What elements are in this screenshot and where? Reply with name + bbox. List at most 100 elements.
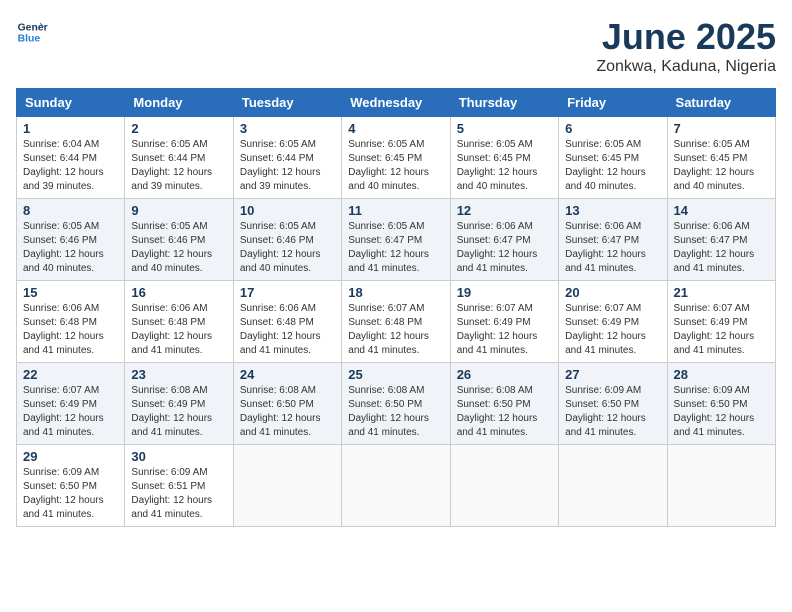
logo: General Blue: [16, 16, 48, 48]
table-row: 27Sunrise: 6:09 AM Sunset: 6:50 PM Dayli…: [559, 363, 667, 445]
header-thursday: Thursday: [450, 89, 558, 117]
day-number: 2: [131, 121, 226, 136]
day-info: Sunrise: 6:05 AM Sunset: 6:45 PM Dayligh…: [674, 138, 769, 194]
day-number: 14: [674, 203, 769, 218]
day-info: Sunrise: 6:09 AM Sunset: 6:50 PM Dayligh…: [674, 384, 769, 440]
day-number: 28: [674, 367, 769, 382]
calendar-table: Sunday Monday Tuesday Wednesday Thursday…: [16, 88, 776, 527]
day-info: Sunrise: 6:06 AM Sunset: 6:47 PM Dayligh…: [457, 220, 552, 276]
header-saturday: Saturday: [667, 89, 775, 117]
table-row: 28 Sunrise: 6:09 AM Sunset: 6:50 PM Dayli…: [667, 363, 775, 445]
day-info: Sunrise: 6:05 AM Sunset: 6:45 PM Dayligh…: [565, 138, 660, 194]
header-friday: Friday: [559, 89, 667, 117]
day-info: Sunrise: 6:05 AM Sunset: 6:44 PM Dayligh…: [131, 138, 226, 194]
day-number: 11: [348, 203, 443, 218]
day-info: Sunrise: 6:08 AM Sunset: 6:50 PM Dayligh…: [240, 384, 335, 440]
calendar-title: June 2025: [596, 16, 776, 58]
title-area: June 2025 Zonkwa, Kaduna, Nigeria: [596, 16, 776, 76]
day-number: 6: [565, 121, 660, 136]
table-row: [667, 445, 775, 527]
day-info: Sunrise: 6:05 AM Sunset: 6:44 PM Dayligh…: [240, 138, 335, 194]
day-info: Sunrise: 6:09 AM Sunset: 6:51 PM Dayligh…: [131, 466, 226, 522]
svg-text:Blue: Blue: [18, 34, 41, 45]
table-row: 22 Sunrise: 6:07 AM Sunset: 6:49 PM Dayli…: [17, 363, 125, 445]
table-row: 26 Sunrise: 6:08 AM Sunset: 6:50 PM Dayli…: [450, 363, 558, 445]
day-number: 19: [457, 285, 552, 300]
day-info: Sunrise: 6:08 AM Sunset: 6:49 PM Dayligh…: [131, 384, 226, 440]
table-row: 11 Sunrise: 6:05 AM Sunset: 6:47 PM Dayli…: [342, 199, 450, 281]
svg-text:General: General: [18, 22, 48, 33]
table-row: [559, 445, 667, 527]
day-info: Sunrise: 6:09 AM Sunset: 6:50 PM Dayligh…: [23, 466, 118, 522]
table-row: 9 Sunrise: 6:05 AM Sunset: 6:46 PM Daylig…: [125, 199, 233, 281]
table-row: 19 Sunrise: 6:07 AM Sunset: 6:49 PM Dayli…: [450, 281, 558, 363]
page-header: General Blue June 2025 Zonkwa, Kaduna, N…: [16, 16, 776, 76]
day-number: 13: [565, 203, 660, 218]
day-number: 25: [348, 367, 443, 382]
day-number: 16: [131, 285, 226, 300]
day-number: 21: [674, 285, 769, 300]
calendar-subtitle: Zonkwa, Kaduna, Nigeria: [596, 58, 776, 76]
table-row: 6 Sunrise: 6:05 AM Sunset: 6:45 PM Daylig…: [559, 117, 667, 199]
table-row: 10Sunrise: 6:05 AM Sunset: 6:46 PM Dayli…: [233, 199, 341, 281]
table-row: 5Sunrise: 6:05 AM Sunset: 6:45 PM Daylig…: [450, 117, 558, 199]
day-info: Sunrise: 6:05 AM Sunset: 6:46 PM Dayligh…: [131, 220, 226, 276]
day-number: 27: [565, 367, 660, 382]
day-number: 18: [348, 285, 443, 300]
day-number: 17: [240, 285, 335, 300]
day-info: Sunrise: 6:05 AM Sunset: 6:45 PM Dayligh…: [348, 138, 443, 194]
day-number: 29: [23, 449, 118, 464]
calendar-week-row: 15 Sunrise: 6:06 AM Sunset: 6:48 PM Dayli…: [17, 281, 776, 363]
day-info: Sunrise: 6:05 AM Sunset: 6:47 PM Dayligh…: [348, 220, 443, 276]
table-row: 15 Sunrise: 6:06 AM Sunset: 6:48 PM Dayli…: [17, 281, 125, 363]
table-row: 3 Sunrise: 6:05 AM Sunset: 6:44 PM Daylig…: [233, 117, 341, 199]
table-row: 16 Sunrise: 6:06 AM Sunset: 6:48 PM Dayli…: [125, 281, 233, 363]
day-info: Sunrise: 6:06 AM Sunset: 6:47 PM Dayligh…: [565, 220, 660, 276]
day-number: 1: [23, 121, 118, 136]
day-info: Sunrise: 6:05 AM Sunset: 6:46 PM Dayligh…: [240, 220, 335, 276]
table-row: 8 Sunrise: 6:05 AM Sunset: 6:46 PM Daylig…: [17, 199, 125, 281]
table-row: 14 Sunrise: 6:06 AM Sunset: 6:47 PM Dayli…: [667, 199, 775, 281]
table-row: 12 Sunrise: 6:06 AM Sunset: 6:47 PM Dayli…: [450, 199, 558, 281]
day-info: Sunrise: 6:08 AM Sunset: 6:50 PM Dayligh…: [457, 384, 552, 440]
table-row: 25Sunrise: 6:08 AM Sunset: 6:50 PM Dayli…: [342, 363, 450, 445]
day-number: 9: [131, 203, 226, 218]
table-row: 7Sunrise: 6:05 AM Sunset: 6:45 PM Daylig…: [667, 117, 775, 199]
day-number: 12: [457, 203, 552, 218]
day-number: 30: [131, 449, 226, 464]
calendar-week-row: 29 Sunrise: 6:09 AM Sunset: 6:50 PM Dayli…: [17, 445, 776, 527]
day-info: Sunrise: 6:06 AM Sunset: 6:48 PM Dayligh…: [240, 302, 335, 358]
day-info: Sunrise: 6:06 AM Sunset: 6:47 PM Dayligh…: [674, 220, 769, 276]
calendar-header-row: Sunday Monday Tuesday Wednesday Thursday…: [17, 89, 776, 117]
table-row: 30 Sunrise: 6:09 AM Sunset: 6:51 PM Dayli…: [125, 445, 233, 527]
table-row: 1Sunrise: 6:04 AM Sunset: 6:44 PM Daylig…: [17, 117, 125, 199]
day-info: Sunrise: 6:06 AM Sunset: 6:48 PM Dayligh…: [23, 302, 118, 358]
day-number: 23: [131, 367, 226, 382]
logo-icon: General Blue: [16, 16, 48, 48]
day-number: 26: [457, 367, 552, 382]
day-number: 3: [240, 121, 335, 136]
table-row: [342, 445, 450, 527]
table-row: 13 Sunrise: 6:06 AM Sunset: 6:47 PM Dayli…: [559, 199, 667, 281]
day-info: Sunrise: 6:07 AM Sunset: 6:49 PM Dayligh…: [23, 384, 118, 440]
day-info: Sunrise: 6:07 AM Sunset: 6:49 PM Dayligh…: [674, 302, 769, 358]
calendar-week-row: 8 Sunrise: 6:05 AM Sunset: 6:46 PM Daylig…: [17, 199, 776, 281]
day-info: Sunrise: 6:05 AM Sunset: 6:45 PM Dayligh…: [457, 138, 552, 194]
header-monday: Monday: [125, 89, 233, 117]
day-number: 8: [23, 203, 118, 218]
day-number: 4: [348, 121, 443, 136]
day-number: 24: [240, 367, 335, 382]
day-info: Sunrise: 6:05 AM Sunset: 6:46 PM Dayligh…: [23, 220, 118, 276]
day-number: 20: [565, 285, 660, 300]
table-row: [233, 445, 341, 527]
calendar-week-row: 1Sunrise: 6:04 AM Sunset: 6:44 PM Daylig…: [17, 117, 776, 199]
table-row: 23 Sunrise: 6:08 AM Sunset: 6:49 PM Dayli…: [125, 363, 233, 445]
header-tuesday: Tuesday: [233, 89, 341, 117]
table-row: [450, 445, 558, 527]
day-info: Sunrise: 6:07 AM Sunset: 6:49 PM Dayligh…: [457, 302, 552, 358]
day-number: 22: [23, 367, 118, 382]
day-number: 15: [23, 285, 118, 300]
header-sunday: Sunday: [17, 89, 125, 117]
table-row: 29 Sunrise: 6:09 AM Sunset: 6:50 PM Dayli…: [17, 445, 125, 527]
day-info: Sunrise: 6:06 AM Sunset: 6:48 PM Dayligh…: [131, 302, 226, 358]
